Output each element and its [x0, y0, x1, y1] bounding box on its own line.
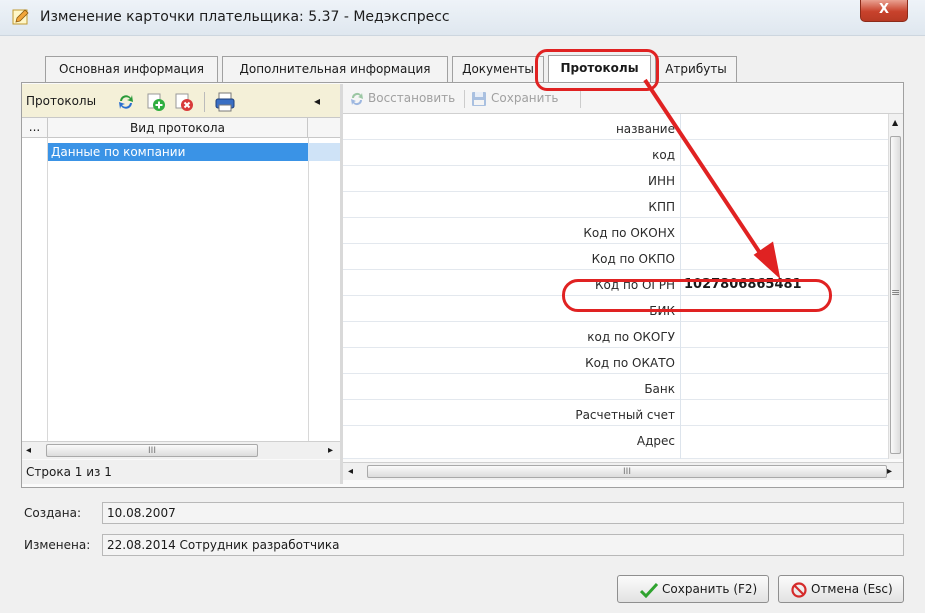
window-title: Изменение карточки плательщика: 5.37 - М…	[40, 9, 450, 25]
property-value[interactable]	[684, 426, 884, 452]
save-button[interactable]: Сохранить (F2)	[617, 575, 769, 603]
delete-icon[interactable]	[174, 92, 194, 112]
scroll-up-arrow-icon[interactable]: ▲	[892, 118, 898, 127]
table-row-extra-cell[interactable]	[308, 143, 340, 161]
cancel-icon	[791, 582, 807, 598]
tab-main-info[interactable]: Основная информация	[45, 56, 218, 82]
property-label: Код по ОКАТО	[585, 356, 675, 370]
scroll-left-arrow-icon[interactable]: ◂	[348, 466, 353, 477]
created-field: 10.08.2007	[102, 502, 904, 524]
property-label: Банк	[644, 382, 675, 396]
property-value[interactable]	[684, 400, 884, 426]
property-label: название	[615, 122, 675, 136]
toolbar-separator	[464, 90, 465, 108]
annotation-oval-ogrn	[562, 279, 832, 312]
add-icon[interactable]	[146, 92, 166, 112]
tab-additional-info[interactable]: Дополнительная информация	[222, 56, 448, 82]
annotation-arrow-icon	[643, 78, 781, 280]
print-icon[interactable]	[214, 91, 236, 113]
close-button[interactable]: X	[860, 0, 908, 22]
right-hscroll-thumb[interactable]: III	[367, 465, 887, 478]
table-row[interactable]: Данные по компании	[48, 143, 308, 161]
toolbar-separator	[204, 92, 205, 112]
property-label: код	[652, 148, 675, 162]
property-label: Расчетный счет	[575, 408, 675, 422]
restore-icon	[351, 93, 363, 105]
save-button-label: Сохранить (F2)	[662, 582, 758, 596]
row-status: Строка 1 из 1	[22, 460, 340, 484]
save-disk-icon	[472, 92, 486, 106]
property-label: Адрес	[636, 434, 675, 448]
property-value[interactable]	[684, 348, 884, 374]
created-label: Создана:	[24, 506, 81, 520]
modified-label: Изменена:	[24, 538, 91, 552]
checkmark-icon	[640, 582, 658, 598]
row-indicator-column	[22, 138, 48, 441]
property-label: ИНН	[647, 174, 675, 188]
grid-corner-cell[interactable]: ...	[22, 118, 48, 138]
save-properties-button[interactable]: Сохранить	[491, 91, 559, 105]
cancel-button-label: Отмена (Esc)	[811, 582, 893, 596]
scroll-right-arrow-icon[interactable]: ▸	[328, 445, 333, 456]
left-hscroll-thumb[interactable]: III	[46, 444, 258, 457]
property-label: КПП	[648, 200, 675, 214]
cancel-button[interactable]: Отмена (Esc)	[778, 575, 904, 603]
protocols-grid	[22, 138, 340, 441]
refresh-icon[interactable]	[116, 92, 136, 112]
modified-field: 22.08.2014 Сотрудник разработчика	[102, 534, 904, 556]
protocols-grid-header: ... Вид протокола	[22, 118, 340, 138]
property-label: код по ОКОГУ	[587, 330, 675, 344]
properties-horizontal-scrollbar[interactable]: ◂ III ▸	[343, 462, 903, 480]
collapse-left-pane-button[interactable]: ◂	[314, 94, 320, 108]
property-label: Код по ОКПО	[591, 252, 675, 266]
properties-vertical-scrollbar[interactable]: ▲ ≡	[888, 114, 903, 459]
property-value[interactable]	[684, 322, 884, 348]
edit-pencil-icon	[12, 9, 29, 25]
protocols-toolbar-label: Протоколы	[26, 94, 97, 108]
property-label: Код по ОКОНХ	[583, 226, 675, 240]
scroll-left-arrow-icon[interactable]: ◂	[26, 445, 31, 456]
grid-column-divider	[308, 138, 309, 441]
tab-documents[interactable]: Документы	[452, 56, 544, 82]
scroll-right-arrow-icon[interactable]: ▸	[887, 466, 892, 477]
property-value[interactable]	[684, 374, 884, 400]
restore-button[interactable]: Восстановить	[368, 91, 455, 105]
toolbar-separator	[580, 90, 581, 108]
left-horizontal-scrollbar[interactable]: ◂ III ▸	[22, 441, 340, 459]
vscroll-grip-icon: ≡	[891, 286, 901, 299]
column-header-protocol-type[interactable]: Вид протокола	[48, 118, 308, 138]
